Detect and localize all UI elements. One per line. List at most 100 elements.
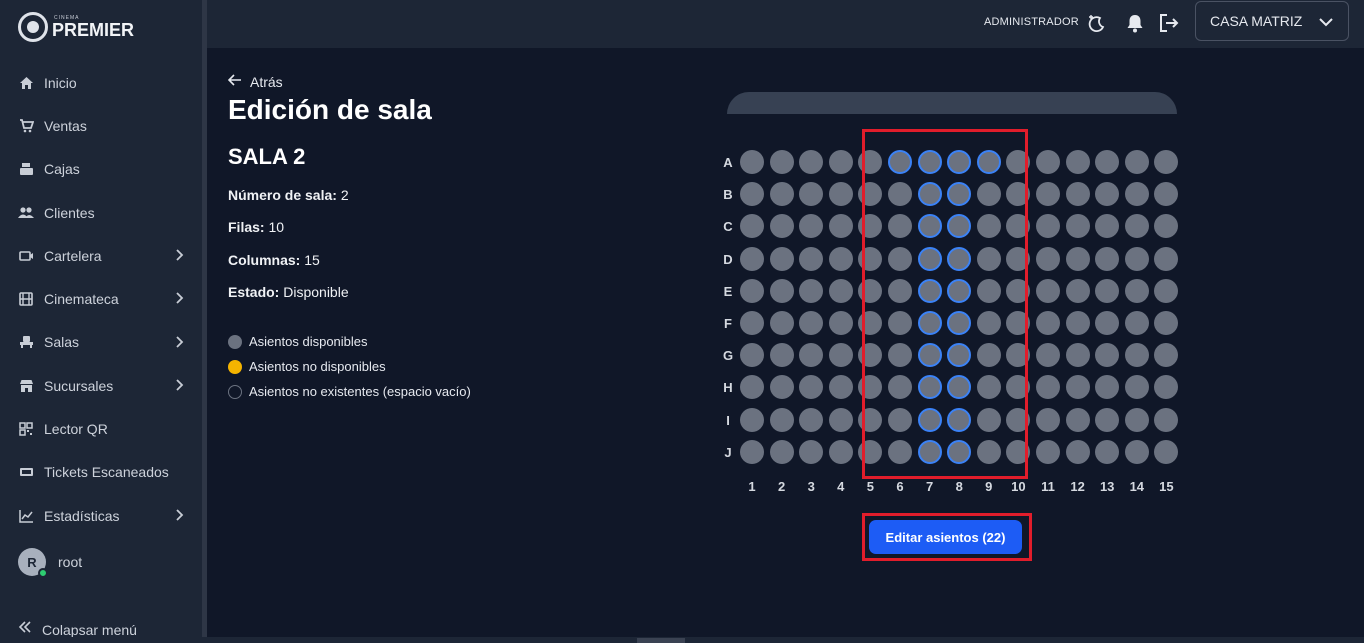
- seat-d4[interactable]: [828, 246, 853, 271]
- seat-e14[interactable]: [1124, 278, 1149, 303]
- seat-d12[interactable]: [1065, 246, 1090, 271]
- seat-g2[interactable]: [769, 343, 794, 368]
- seat-b11[interactable]: [1036, 182, 1060, 207]
- sidebar-item-cajas[interactable]: Cajas: [0, 148, 202, 191]
- sidebar-item-sucursales[interactable]: Sucursales: [0, 364, 202, 407]
- seat-f13[interactable]: [1095, 311, 1120, 335]
- seat-b4[interactable]: [828, 182, 853, 207]
- seat-e3[interactable]: [799, 278, 824, 303]
- sidebar-item-estadisticas[interactable]: Estadísticas: [0, 494, 202, 537]
- seat-j1[interactable]: [740, 439, 764, 464]
- seat-c1[interactable]: [740, 214, 764, 239]
- seat-j4[interactable]: [828, 439, 853, 464]
- seat-c14[interactable]: [1124, 214, 1149, 239]
- sidebar-item-clientes[interactable]: Clientes: [0, 191, 202, 234]
- seat-c3[interactable]: [799, 214, 824, 239]
- sidebar-item-cinemateca[interactable]: Cinemateca: [0, 277, 202, 320]
- seat-c15[interactable]: [1154, 214, 1179, 239]
- seat-h4[interactable]: [828, 375, 853, 400]
- scrollbar-thumb[interactable]: [637, 638, 685, 643]
- seat-b1[interactable]: [740, 182, 764, 207]
- seat-h13[interactable]: [1095, 375, 1120, 400]
- seat-a14[interactable]: [1124, 150, 1149, 174]
- seat-b3[interactable]: [799, 182, 824, 207]
- seat-h14[interactable]: [1124, 375, 1149, 400]
- seat-i4[interactable]: [828, 407, 853, 432]
- seat-g11[interactable]: [1036, 343, 1060, 368]
- seat-i1[interactable]: [740, 407, 764, 432]
- seat-e13[interactable]: [1095, 278, 1120, 303]
- seat-i12[interactable]: [1065, 407, 1090, 432]
- seat-f2[interactable]: [769, 311, 794, 335]
- sidebar-scrollbar[interactable]: [202, 0, 207, 643]
- bell-icon[interactable]: [1123, 11, 1147, 35]
- seat-h2[interactable]: [769, 375, 794, 400]
- seat-d15[interactable]: [1154, 246, 1179, 271]
- seat-j13[interactable]: [1095, 439, 1120, 464]
- user-profile[interactable]: R root: [18, 548, 82, 578]
- seat-b12[interactable]: [1065, 182, 1090, 207]
- brand-logo[interactable]: CINEMA PREMIER: [18, 10, 134, 44]
- seat-a1[interactable]: [740, 150, 764, 174]
- seat-g14[interactable]: [1124, 343, 1149, 368]
- seat-a3[interactable]: [799, 150, 824, 174]
- seat-g15[interactable]: [1154, 343, 1179, 368]
- seat-f3[interactable]: [799, 311, 824, 335]
- seat-d1[interactable]: [740, 246, 764, 271]
- seat-c4[interactable]: [828, 214, 853, 239]
- seat-d14[interactable]: [1124, 246, 1149, 271]
- seat-h11[interactable]: [1036, 375, 1060, 400]
- seat-e11[interactable]: [1036, 278, 1060, 303]
- sidebar-item-lector-qr[interactable]: Lector QR: [0, 407, 202, 450]
- seat-a2[interactable]: [769, 150, 794, 174]
- seat-e2[interactable]: [769, 278, 794, 303]
- seat-j15[interactable]: [1154, 439, 1179, 464]
- seat-f4[interactable]: [828, 311, 853, 335]
- seat-j14[interactable]: [1124, 439, 1149, 464]
- sidebar-item-inicio[interactable]: Inicio: [0, 61, 202, 104]
- seat-c12[interactable]: [1065, 214, 1090, 239]
- back-link[interactable]: Atrás: [227, 73, 283, 91]
- seat-e12[interactable]: [1065, 278, 1090, 303]
- sidebar-item-ventas[interactable]: Ventas: [0, 104, 202, 147]
- seat-j3[interactable]: [799, 439, 824, 464]
- seat-g13[interactable]: [1095, 343, 1120, 368]
- seat-b14[interactable]: [1124, 182, 1149, 207]
- seat-h3[interactable]: [799, 375, 824, 400]
- edit-seats-button[interactable]: Editar asientos (22): [869, 520, 1022, 554]
- seat-d13[interactable]: [1095, 246, 1120, 271]
- seat-e4[interactable]: [828, 278, 853, 303]
- seat-g1[interactable]: [740, 343, 764, 368]
- seat-a13[interactable]: [1095, 150, 1120, 174]
- seat-a11[interactable]: [1036, 150, 1060, 174]
- seat-h1[interactable]: [740, 375, 764, 400]
- sidebar-item-cartelera[interactable]: Cartelera: [0, 234, 202, 277]
- seat-i15[interactable]: [1154, 407, 1179, 432]
- seat-j12[interactable]: [1065, 439, 1090, 464]
- seat-i14[interactable]: [1124, 407, 1149, 432]
- seat-g3[interactable]: [799, 343, 824, 368]
- seat-c2[interactable]: [769, 214, 794, 239]
- seat-e15[interactable]: [1154, 278, 1179, 303]
- logout-icon[interactable]: [1157, 11, 1181, 35]
- seat-f1[interactable]: [740, 311, 764, 335]
- seat-a12[interactable]: [1065, 150, 1090, 174]
- seat-f15[interactable]: [1154, 311, 1179, 335]
- seat-f11[interactable]: [1036, 311, 1060, 335]
- seat-i2[interactable]: [769, 407, 794, 432]
- seat-a4[interactable]: [828, 150, 853, 174]
- seat-d2[interactable]: [769, 246, 794, 271]
- seat-d3[interactable]: [799, 246, 824, 271]
- seat-e1[interactable]: [740, 278, 764, 303]
- seat-f12[interactable]: [1065, 311, 1090, 335]
- sidebar-item-tickets-escaneados[interactable]: Tickets Escaneados: [0, 451, 202, 494]
- seat-g4[interactable]: [828, 343, 853, 368]
- branch-select[interactable]: CASA MATRIZ: [1195, 1, 1349, 41]
- seat-i11[interactable]: [1036, 407, 1060, 432]
- seat-j2[interactable]: [769, 439, 794, 464]
- sidebar-item-salas[interactable]: Salas: [0, 321, 202, 364]
- seat-i13[interactable]: [1095, 407, 1120, 432]
- seat-j11[interactable]: [1036, 439, 1060, 464]
- seat-h15[interactable]: [1154, 375, 1179, 400]
- seat-b2[interactable]: [769, 182, 794, 207]
